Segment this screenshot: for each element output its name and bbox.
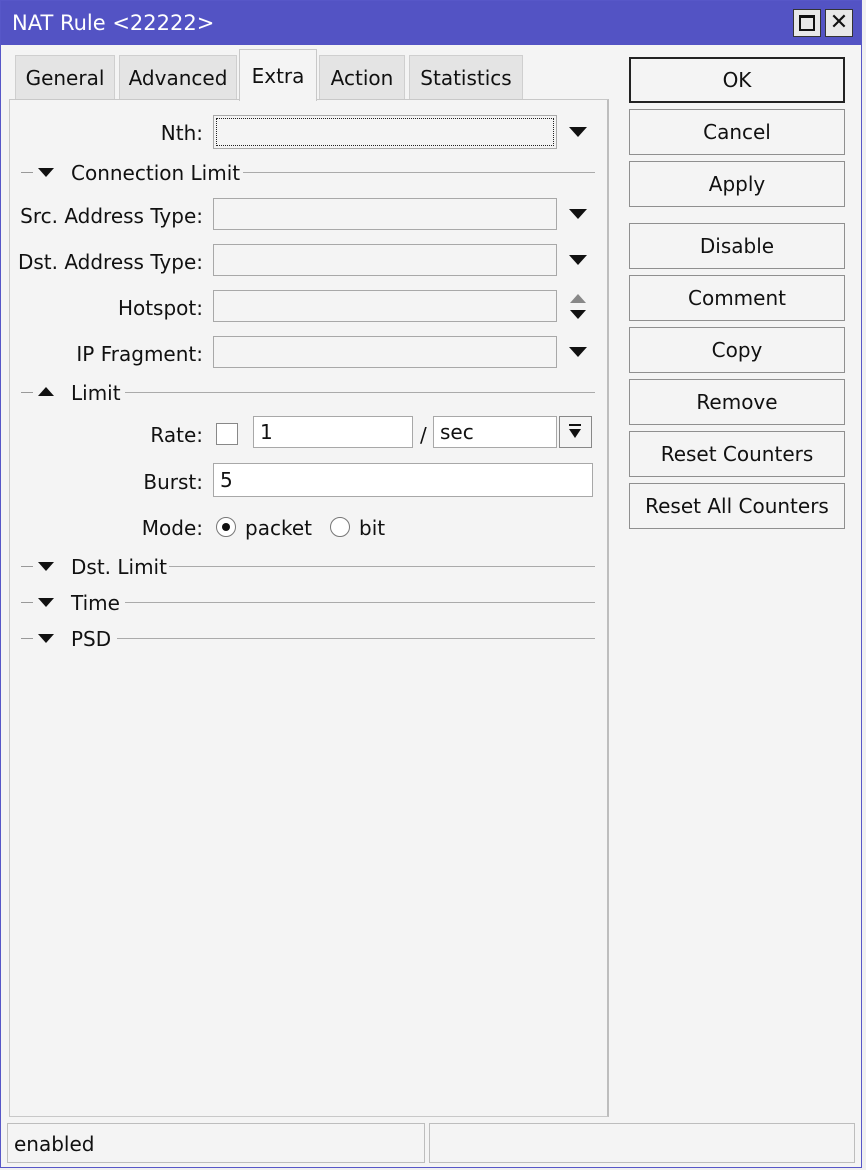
status-bar-right (429, 1123, 855, 1163)
section-dst-limit-label: Dst. Limit (71, 555, 167, 579)
hotspot-label: Hotspot: (117, 296, 203, 320)
ok-button[interactable]: OK (629, 57, 845, 103)
mode-label: Mode: (141, 516, 203, 540)
hotspot-down-icon[interactable] (570, 310, 586, 319)
dst-address-type-dropdown-icon[interactable] (569, 255, 587, 265)
section-time-label: Time (71, 591, 120, 615)
burst-input[interactable]: 5 (213, 463, 593, 497)
src-address-type-field[interactable] (213, 198, 557, 230)
nth-label: Nth: (160, 121, 203, 145)
section-connection-limit-label: Connection Limit (71, 161, 241, 185)
ip-fragment-label: IP Fragment: (76, 342, 203, 366)
section-limit-label: Limit (71, 381, 121, 405)
chevron-down-icon (38, 598, 54, 607)
hotspot-up-icon[interactable] (570, 294, 586, 303)
rate-label: Rate: (150, 423, 203, 447)
section-time[interactable]: Time (21, 591, 595, 615)
close-button[interactable]: ✕ (825, 9, 853, 37)
section-connection-limit[interactable]: Connection Limit (21, 161, 595, 185)
chevron-up-icon (38, 387, 54, 396)
window-title: NAT Rule <22222> (12, 11, 215, 35)
ip-fragment-dropdown-icon[interactable] (569, 347, 587, 357)
src-address-type-dropdown-icon[interactable] (569, 209, 587, 219)
rate-separator: / (420, 423, 427, 447)
src-address-type-label: Src. Address Type: (20, 204, 203, 228)
mode-packet-label[interactable]: packet (245, 516, 312, 540)
status-bar-left: enabled (7, 1123, 425, 1163)
nth-input[interactable] (216, 118, 554, 146)
title-bar[interactable]: NAT Rule <22222> ✕ (1, 1, 861, 45)
reset-counters-button[interactable]: Reset Counters (629, 431, 845, 477)
burst-label: Burst: (143, 470, 203, 494)
chevron-down-icon (38, 634, 54, 643)
nat-rule-window: NAT Rule <22222> ✕ General Advanced Extr… (0, 0, 862, 1168)
chevron-down-icon (38, 562, 54, 571)
mode-bit-label[interactable]: bit (359, 516, 385, 540)
remove-button[interactable]: Remove (629, 379, 845, 425)
chevron-down-icon (569, 429, 581, 438)
cancel-button[interactable]: Cancel (629, 109, 845, 155)
tab-general[interactable]: General (15, 55, 115, 99)
ip-fragment-field[interactable] (213, 336, 557, 368)
comment-button[interactable]: Comment (629, 275, 845, 321)
disable-button[interactable]: Disable (629, 223, 845, 269)
dst-address-type-field[interactable] (213, 244, 557, 276)
rate-checkbox[interactable] (216, 423, 238, 445)
mode-packet-radio[interactable] (216, 517, 236, 537)
tab-action[interactable]: Action (319, 55, 405, 99)
nth-dropdown-icon[interactable] (569, 127, 587, 137)
rate-unit-select[interactable]: sec (433, 416, 557, 448)
copy-button[interactable]: Copy (629, 327, 845, 373)
tab-statistics[interactable]: Statistics (409, 55, 523, 99)
nth-field[interactable] (213, 115, 557, 149)
rate-value-input[interactable]: 1 (253, 416, 413, 448)
section-psd[interactable]: PSD (21, 627, 595, 651)
reset-all-counters-button[interactable]: Reset All Counters (629, 483, 845, 529)
status-text: enabled (14, 1132, 95, 1156)
section-dst-limit[interactable]: Dst. Limit (21, 555, 595, 579)
section-psd-label: PSD (71, 627, 112, 651)
apply-button[interactable]: Apply (629, 161, 845, 207)
chevron-down-icon (38, 168, 54, 177)
section-limit[interactable]: Limit (21, 381, 595, 405)
maximize-icon (799, 15, 815, 31)
dst-address-type-label: Dst. Address Type: (17, 250, 203, 274)
rate-unit-dropdown-button[interactable] (559, 416, 592, 448)
hotspot-field[interactable] (213, 290, 557, 322)
tab-advanced[interactable]: Advanced (119, 55, 237, 99)
mode-bit-radio[interactable] (330, 517, 350, 537)
tab-extra[interactable]: Extra (239, 49, 317, 101)
close-icon: ✕ (829, 10, 849, 35)
maximize-button[interactable] (793, 9, 821, 37)
